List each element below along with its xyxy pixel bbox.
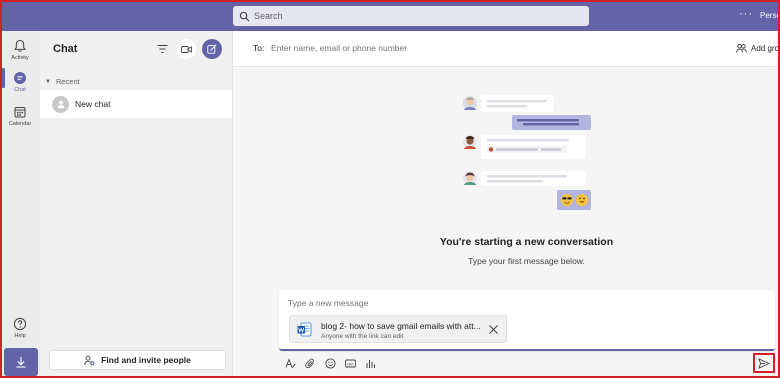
top-bar: Search ··· Person xyxy=(0,0,780,31)
svg-text:GIF: GIF xyxy=(347,361,354,366)
invite-label: Find and invite people xyxy=(101,355,191,365)
rail-item-activity[interactable]: Activity xyxy=(0,39,40,61)
download-button[interactable] xyxy=(4,348,38,376)
empty-state-title: You're starting a new conversation xyxy=(439,236,614,248)
attach-icon xyxy=(304,358,314,368)
format-button[interactable] xyxy=(283,357,297,370)
download-icon xyxy=(16,357,26,368)
profile-label[interactable]: Person xyxy=(760,11,780,20)
person-icon xyxy=(57,100,64,109)
rail-label-help: Help xyxy=(14,333,26,339)
message-compose-box: blog 2- how to save gmail emails with at… xyxy=(279,290,775,351)
avatar xyxy=(52,95,69,113)
rail-label-activity: Activity xyxy=(11,55,29,61)
emoji-icon xyxy=(324,357,336,369)
send-icon xyxy=(758,357,770,369)
main-chat-area: To: Add gro xyxy=(233,31,780,378)
rail-item-help[interactable]: Help xyxy=(0,317,40,339)
message-input[interactable] xyxy=(288,297,588,309)
search-placeholder: Search xyxy=(254,11,283,21)
chat-list-item[interactable]: New chat xyxy=(40,90,232,118)
search-box[interactable]: Search xyxy=(233,6,589,26)
format-icon xyxy=(285,357,296,368)
people-add-icon xyxy=(736,44,747,53)
recipient-bar: To: Add gro xyxy=(233,31,780,67)
rail-label-calendar: Calendar xyxy=(8,121,32,127)
more-options-button[interactable]: ··· xyxy=(739,9,753,20)
recent-section-header[interactable]: ▼ Recent xyxy=(45,77,80,86)
rail-label-chat: Chat xyxy=(14,87,26,93)
chat-icon xyxy=(14,72,26,84)
video-camera-icon xyxy=(180,45,192,53)
calendar-icon xyxy=(14,107,26,118)
chat-list-panel: Chat ▼ Recent New chat Find and invite p… xyxy=(40,31,233,378)
meet-now-button[interactable] xyxy=(176,39,196,59)
recent-label: Recent xyxy=(55,77,80,86)
help-icon xyxy=(13,317,27,331)
attachment-file-name: blog 2- how to save gmail emails with at… xyxy=(321,321,481,331)
recipient-input[interactable] xyxy=(271,42,571,54)
people-add-icon xyxy=(84,355,95,365)
rail-item-calendar[interactable]: Calendar xyxy=(0,105,40,127)
chat-list-title: Chat xyxy=(53,43,78,55)
bell-icon xyxy=(14,39,26,52)
find-invite-people-button[interactable]: Find and invite people xyxy=(49,350,226,370)
emoji-button[interactable] xyxy=(323,357,337,370)
new-conversation-illustration xyxy=(463,95,591,210)
add-group-button[interactable]: Add gro xyxy=(736,43,779,54)
gif-icon: GIF xyxy=(344,359,356,367)
send-button[interactable] xyxy=(753,353,775,373)
search-icon xyxy=(239,11,250,21)
compose-icon xyxy=(207,44,217,54)
attachment-permission: Anyone with the link can edit xyxy=(321,333,404,340)
new-chat-button[interactable] xyxy=(202,39,222,59)
attach-button[interactable] xyxy=(303,357,317,370)
compose-toolbar: GIF xyxy=(283,356,383,370)
to-label: To: xyxy=(253,43,265,53)
word-document-icon xyxy=(297,322,312,337)
poll-button[interactable] xyxy=(363,357,377,370)
filter-icon[interactable] xyxy=(157,44,168,54)
add-group-label: Add gro xyxy=(751,44,780,53)
empty-state-subtitle: Type your first message below. xyxy=(468,256,585,266)
gif-button[interactable]: GIF xyxy=(343,357,357,370)
file-attachment-chip[interactable]: blog 2- how to save gmail emails with at… xyxy=(289,315,507,343)
app-rail: Activity Chat Calendar Help xyxy=(0,31,40,378)
poll-icon xyxy=(366,359,375,368)
close-icon[interactable] xyxy=(488,324,499,335)
chat-item-label: New chat xyxy=(75,99,111,109)
chevron-down-icon: ▼ xyxy=(45,78,51,85)
rail-item-chat[interactable]: Chat xyxy=(0,71,40,93)
